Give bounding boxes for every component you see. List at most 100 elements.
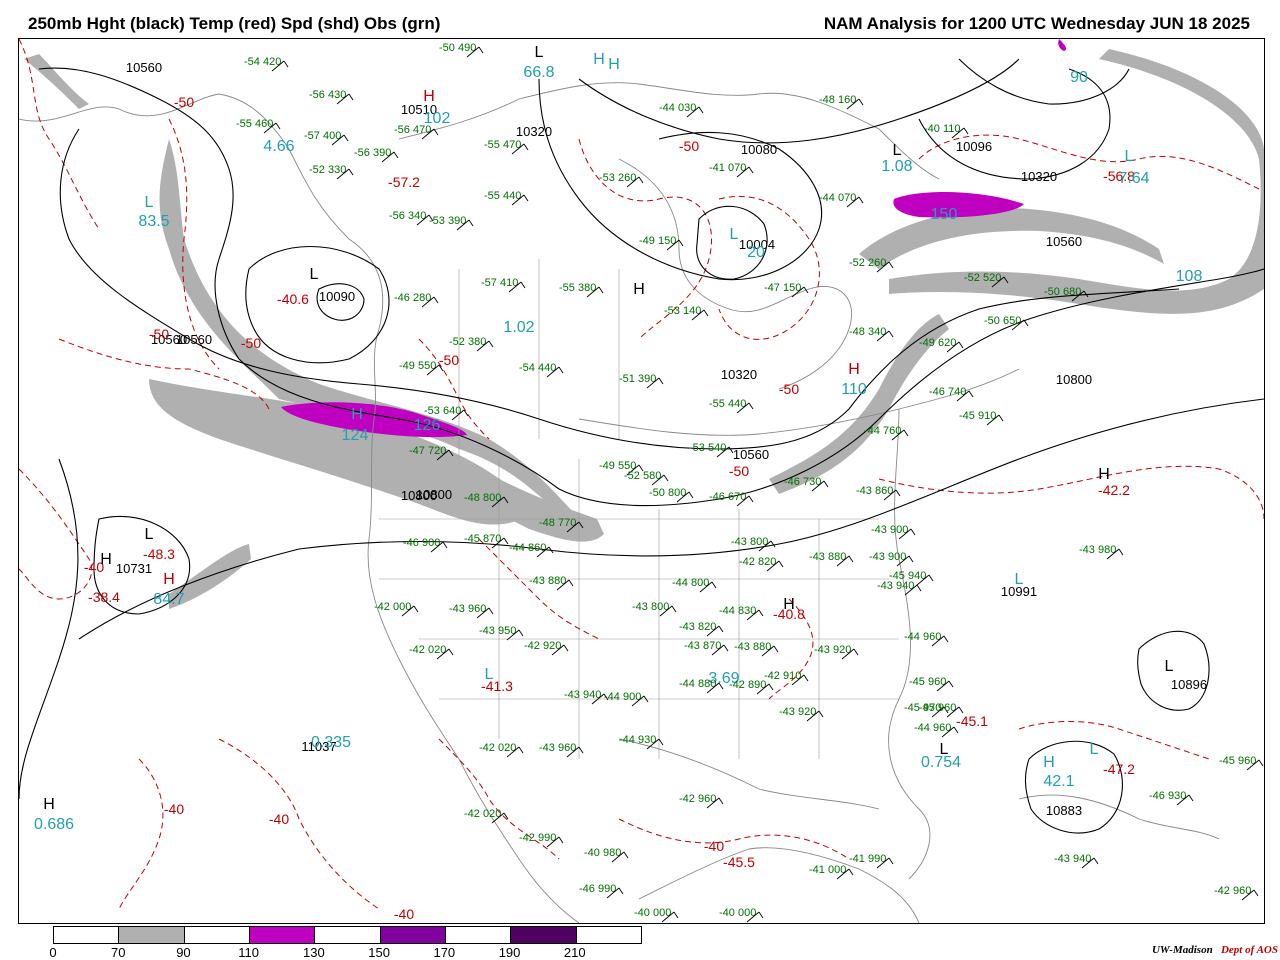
observation-label: -52 520 bbox=[964, 272, 1001, 284]
jet-speed-label: 42.1 bbox=[1043, 773, 1074, 790]
jet-speed-label: 4.66 bbox=[263, 138, 294, 155]
height-contour bbox=[19, 458, 79, 800]
observation-label: -42 960 bbox=[1214, 885, 1251, 897]
observation-label: -50 650 bbox=[984, 315, 1021, 327]
temperature-label: -40.6 bbox=[277, 291, 309, 307]
legend-cell bbox=[380, 927, 446, 943]
observation-label: -42 960 bbox=[679, 793, 716, 805]
legend-cell bbox=[315, 927, 381, 943]
jet-speed-shading bbox=[859, 208, 1164, 269]
temperature-label: -42.2 bbox=[1098, 482, 1130, 498]
wind-barb-flag bbox=[671, 605, 677, 613]
wind-barb-flag bbox=[563, 644, 569, 652]
legend-tick-label: 0 bbox=[49, 945, 57, 960]
high-low-marker: H bbox=[1098, 466, 1110, 483]
jet-speed-label: 7.64 bbox=[1118, 170, 1149, 187]
observation-label: -44 760 bbox=[864, 425, 901, 437]
legend-tick-label: 170 bbox=[433, 945, 456, 960]
observation-label: -43 940 bbox=[564, 689, 601, 701]
height-label: 10096 bbox=[956, 139, 992, 154]
high-low-marker: H bbox=[163, 571, 175, 588]
temperature-contour bbox=[218, 738, 380, 910]
high-low-marker: L bbox=[1165, 658, 1174, 675]
wind-barb-flag bbox=[393, 151, 399, 159]
observation-label: -52 260 bbox=[849, 257, 886, 269]
wind-speed-legend-bar bbox=[53, 926, 642, 944]
observation-label: -45 960 bbox=[1219, 755, 1256, 767]
wind-barb-flag bbox=[523, 194, 529, 202]
observation-label: -50 800 bbox=[649, 487, 686, 499]
observation-label: -40 980 bbox=[584, 847, 621, 859]
observation-label: -42 000 bbox=[374, 601, 411, 613]
observation-label: -41 990 bbox=[849, 853, 886, 865]
wind-barb-flag bbox=[618, 887, 624, 895]
wind-barb-flag bbox=[478, 46, 484, 54]
wind-barb-flag bbox=[558, 366, 564, 374]
wind-barb-flag bbox=[703, 309, 709, 317]
observation-label: -54 420 bbox=[244, 56, 281, 68]
wind-barb-flag bbox=[908, 555, 914, 563]
wind-barb-flag bbox=[503, 537, 509, 545]
observation-label: -43 920 bbox=[779, 706, 816, 718]
temperature-contour bbox=[478, 538, 600, 640]
observation-label: -42 920 bbox=[524, 640, 561, 652]
observation-label: -50 680 bbox=[1044, 286, 1081, 298]
observation-label: -54 440 bbox=[519, 362, 556, 374]
temperature-label: -38.4 bbox=[88, 589, 120, 605]
observation-label: -43 870 bbox=[684, 640, 721, 652]
wind-barb-flag bbox=[1118, 548, 1124, 556]
observation-label: -44 830 bbox=[719, 605, 756, 617]
legend-cell bbox=[54, 927, 120, 943]
observation-label: -48 800 bbox=[464, 492, 501, 504]
wind-barb-flag bbox=[688, 491, 694, 499]
high-low-marker: L bbox=[310, 266, 319, 283]
jet-max-shading bbox=[1058, 39, 1067, 51]
temperature-label: -50 bbox=[679, 138, 699, 154]
observation-label: -43 940 bbox=[877, 580, 914, 592]
observation-label: -44 900 bbox=[604, 691, 641, 703]
wind-barb-flag bbox=[888, 261, 894, 269]
observation-label: -53 390 bbox=[429, 215, 466, 227]
observation-label: -42 990 bbox=[519, 832, 556, 844]
height-label: 10320 bbox=[721, 367, 757, 382]
wind-barb-flag bbox=[748, 166, 754, 174]
wind-barb-flag bbox=[343, 134, 349, 142]
observation-label: -44 880 bbox=[679, 678, 716, 690]
legend-tick-label: 70 bbox=[110, 945, 126, 960]
jet-speed-label: 124 bbox=[342, 427, 369, 444]
legend-cell bbox=[119, 927, 185, 943]
observation-label: -46 730 bbox=[784, 476, 821, 488]
coastline-border bbox=[888, 408, 931, 880]
wind-barb-flag bbox=[523, 143, 529, 151]
temperature-label: -50 bbox=[174, 94, 194, 110]
wind-barb-flag bbox=[943, 635, 949, 643]
observation-label: -43 960 bbox=[539, 742, 576, 754]
observation-label: -42 890 bbox=[729, 679, 766, 691]
wind-barb-flag bbox=[1253, 889, 1259, 897]
high-low-marker: H bbox=[633, 281, 645, 298]
wind-barb-flag bbox=[888, 857, 894, 865]
high-low-marker: L bbox=[1090, 741, 1099, 758]
jet-speed-label: 126 bbox=[414, 417, 441, 434]
jet-speed-label: 108 bbox=[1176, 268, 1203, 285]
jet-speed-label: 90 bbox=[1070, 69, 1088, 86]
jet-speed-label: 0.335 bbox=[311, 734, 351, 751]
wind-barb-flag bbox=[916, 584, 922, 592]
observation-label: -56 470 bbox=[394, 124, 431, 136]
temperature-label: -40 bbox=[164, 801, 184, 817]
observation-label: -42 820 bbox=[739, 556, 776, 568]
height-label: 10883 bbox=[1046, 803, 1082, 818]
observation-label: -52 330 bbox=[309, 164, 346, 176]
high-low-marker: H bbox=[423, 88, 435, 105]
wind-barb-flag bbox=[718, 625, 724, 633]
credit-text: UW-Madison Dept of AOS bbox=[1152, 944, 1278, 956]
observation-label: -43 900 bbox=[871, 524, 908, 536]
temperature-label: -47.2 bbox=[1103, 761, 1135, 777]
observation-label: -55 440 bbox=[484, 190, 521, 202]
wind-barb-flag bbox=[711, 581, 717, 589]
observation-label: -46 930 bbox=[1149, 790, 1186, 802]
wind-barb-flag bbox=[758, 911, 764, 919]
height-label: 10560 bbox=[126, 60, 162, 75]
observation-label: -51 390 bbox=[619, 373, 656, 385]
observation-label: -52 580 bbox=[624, 470, 661, 482]
